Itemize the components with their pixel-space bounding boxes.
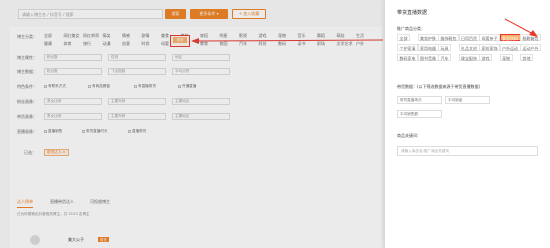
data-row: 博主数据： 粉丝数 飞瓜指数 平均点赞 bbox=[10, 67, 382, 77]
fans-region-select[interactable]: 主要地区 bbox=[172, 98, 230, 105]
page: 请输入博主名 / 抖音号 / 搜索 搜索 更多条件 ▾ + 加入收藏 博主分类：… bbox=[0, 0, 550, 248]
fans-count-select[interactable]: 粉丝数 bbox=[44, 54, 102, 61]
goods-category-option[interactable]: 个护家清 bbox=[397, 44, 418, 51]
goods-category-option[interactable]: 美妆护肤 bbox=[417, 34, 439, 41]
tab-daren[interactable]: 达人榜单 bbox=[17, 199, 33, 208]
category-item[interactable]: 旅行 bbox=[83, 41, 91, 47]
goods-category-option[interactable]: 珠宝配饰 bbox=[458, 54, 480, 61]
goods-category-option[interactable]: 运动户外 bbox=[520, 44, 541, 51]
tab-promote[interactable]: 可投放博主 bbox=[90, 199, 110, 205]
gender-select[interactable]: 性别 bbox=[108, 54, 166, 61]
goods-category-option[interactable]: 户外运动 bbox=[499, 44, 521, 51]
search-button[interactable]: 搜索 bbox=[165, 9, 186, 19]
goods-category-option[interactable]: 图书音像 bbox=[417, 54, 439, 61]
live-sales-checkbox[interactable]: 直播销售 bbox=[44, 129, 62, 134]
goods-region-select[interactable]: 主要地区 bbox=[172, 113, 230, 120]
goods-category-option[interactable]: 全部 bbox=[397, 34, 410, 41]
goods-portrait-label: 带货画像： bbox=[17, 114, 37, 119]
basic-label: 博主属性： bbox=[17, 55, 37, 60]
data-label: 博主数据： bbox=[17, 69, 37, 74]
feature-label: 特色条件： bbox=[17, 84, 37, 89]
goods-age-select[interactable]: 主要年龄 bbox=[108, 113, 166, 120]
category-item[interactable]: 创意 bbox=[122, 41, 130, 47]
annotation-arrow-right bbox=[504, 18, 538, 37]
goods-portrait-row: 带货画像： 男女比例 主要年龄 主要地区 bbox=[10, 112, 382, 122]
showcase-checkbox[interactable]: 有商品橱窗 bbox=[88, 84, 110, 89]
category-item[interactable]: 搞笑 bbox=[103, 33, 111, 39]
goods-category-option[interactable]: 游戏 bbox=[479, 54, 492, 61]
category-item[interactable]: 美食 bbox=[161, 33, 169, 39]
category-item[interactable]: 网红美女 bbox=[64, 33, 80, 39]
avg-likes-select[interactable]: 平均点赞 bbox=[172, 68, 230, 75]
open-live-checkbox[interactable]: 开通直播 bbox=[178, 84, 196, 89]
applied-label: 已选： bbox=[24, 150, 36, 155]
category-item[interactable]: 情感 bbox=[122, 33, 130, 39]
feature-row: 特色条件： 有联系方式 有商品橱窗 有直播带货 开通直播 bbox=[10, 82, 382, 92]
search-input[interactable]: 请输入博主名 / 抖音号 / 搜索 bbox=[18, 9, 163, 19]
category-item[interactable]: 动漫 bbox=[103, 41, 111, 47]
region-select[interactable]: 地区 bbox=[172, 54, 230, 61]
goods-category-option[interactable]: 家纺家饰 bbox=[479, 44, 500, 51]
live-goods-checkbox[interactable]: 有直播带货 bbox=[134, 84, 156, 89]
fans-data-select[interactable]: 粉丝数 bbox=[44, 68, 102, 75]
side-drawer: 带货直播数据 推广商品分类： 全部 美妆护肤 服饰鞋包 日用百货 母婴亲子 食品饮料 鞋靴箱… bbox=[385, 0, 550, 248]
keyword-input[interactable]: 请输入商品名/推广商品关键词 bbox=[397, 146, 538, 156]
goods-category-option[interactable]: 家用电器 bbox=[417, 44, 439, 51]
live-duration-checkbox[interactable]: 带货直播时长 bbox=[82, 129, 108, 134]
result-count: 已为你搜索出抖音相关博主，共 5153 名博主 bbox=[17, 212, 90, 216]
filter-panel: 博主分类： 全部网红美女网红帅哥搞笑情感剧情美食美妆穿搭明星影视游戏宠物音乐舞蹈… bbox=[10, 27, 382, 212]
applied-tag[interactable]: 带货达人 × bbox=[44, 149, 69, 156]
goods-gender-select[interactable]: 男女比例 bbox=[44, 113, 102, 120]
goods-data-label: 带货数据：(以下筛选数据来源于带货直播数据) bbox=[397, 84, 481, 89]
category-label: 博主分类： bbox=[17, 34, 37, 39]
top-search-bar: 请输入博主名 / 抖音号 / 搜索 搜索 更多条件 ▾ + 加入收藏 bbox=[10, 6, 382, 22]
avg-amount-select[interactable]: 平均销售额 bbox=[397, 110, 442, 118]
goods-category-option[interactable]: 汽车 bbox=[438, 54, 451, 61]
goods-category-option[interactable]: 宠物 bbox=[499, 54, 513, 61]
fans-gender-select[interactable]: 男女比例 bbox=[44, 98, 102, 105]
goods-category-option[interactable]: 玩具 bbox=[438, 44, 451, 51]
fans-age-select[interactable]: 主要年龄 bbox=[108, 98, 166, 105]
contact-checkbox[interactable]: 有联系方式 bbox=[44, 84, 66, 89]
tab-live-daren[interactable]: 直播带货达人 bbox=[50, 199, 74, 205]
live-goods-checkbox-2[interactable]: 直播带货 bbox=[128, 129, 146, 134]
live-count-select[interactable]: 带货直播场次 bbox=[397, 96, 442, 104]
main-panel: 请输入博主名 / 抖音号 / 搜索 搜索 更多条件 ▾ + 加入收藏 博主分类：… bbox=[0, 0, 385, 248]
goods-category-option[interactable]: 其他 bbox=[520, 54, 533, 61]
row-badge: 带货 bbox=[98, 237, 109, 242]
category-item[interactable]: 剧情 bbox=[142, 33, 150, 39]
goods-category-option[interactable]: 母婴亲子 bbox=[479, 34, 500, 41]
basic-row: 博主属性： 粉丝数 性别 地区 bbox=[10, 53, 382, 63]
feigua-index-select[interactable]: 飞瓜指数 bbox=[108, 68, 166, 75]
avatar bbox=[30, 235, 40, 245]
goods-category-option[interactable]: 数码家电 bbox=[397, 54, 418, 61]
drawer-title: 带货直播数据 bbox=[397, 10, 428, 16]
row-name[interactable]: 美大公子 bbox=[68, 237, 84, 243]
category-item[interactable]: 母婴 bbox=[161, 41, 169, 47]
category-item[interactable]: 体育 bbox=[64, 41, 72, 47]
live-portrait-row: 直播画像： 直播销售 带货直播时长 直播带货 bbox=[10, 127, 382, 137]
category-item[interactable]: 健康 bbox=[44, 41, 52, 47]
goods-category-option[interactable]: 礼品文创 bbox=[458, 44, 480, 51]
goods-category-option[interactable]: 日用百货 bbox=[458, 34, 480, 41]
goods-category-label: 推广商品分类： bbox=[397, 26, 425, 31]
category-item[interactable]: 时尚 bbox=[142, 41, 150, 47]
applied-row: 已选： 带货达人 × bbox=[10, 148, 382, 158]
live-portrait-label: 直播画像： bbox=[17, 129, 37, 134]
avg-sales-select[interactable]: 平均销量 bbox=[445, 96, 490, 104]
fans-portrait-label: 粉丝画像： bbox=[17, 99, 37, 104]
goods-category-option[interactable]: 服饰鞋包 bbox=[438, 34, 459, 41]
results-panel: 达人榜单 直播带货达人 可投放博主 已为你搜索出抖音相关博主，共 5153 名博… bbox=[10, 193, 382, 248]
fans-portrait-row: 粉丝画像： 男女比例 主要年龄 主要地区 bbox=[10, 97, 382, 107]
keyword-label: 商品关键词： bbox=[397, 133, 421, 138]
category-item[interactable]: 全部 bbox=[44, 33, 52, 39]
category-item[interactable]: 网红帅哥 bbox=[83, 33, 99, 39]
add-favorite-button[interactable]: + 加入收藏 bbox=[232, 9, 266, 19]
more-conditions-button[interactable]: 更多条件 ▾ bbox=[190, 9, 228, 19]
annotation-arrow-left bbox=[191, 38, 384, 44]
